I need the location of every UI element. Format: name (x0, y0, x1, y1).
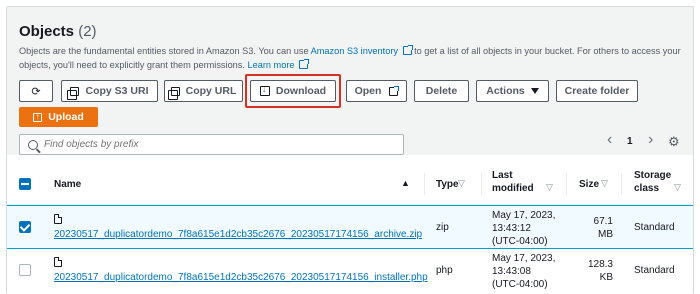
object-name-link[interactable]: 20230517_duplicatordemo_7f8a615e1d2cb35c… (54, 271, 428, 284)
copy-icon (167, 86, 180, 100)
type-cell: php (436, 265, 453, 276)
column-last-modified[interactable]: Last modified (492, 169, 534, 195)
open-label: Open (354, 85, 382, 97)
row-checkbox[interactable] (19, 264, 31, 276)
inventory-link-label: Amazon S3 inventory (310, 46, 398, 56)
object-count: (2) (78, 23, 97, 40)
size-cell: 67.1 MB (579, 215, 613, 241)
gear-icon[interactable]: ⚙ (668, 134, 680, 150)
copy-s3-uri-label: Copy S3 URI (85, 85, 149, 97)
refresh-button[interactable]: ⟳ (19, 80, 53, 102)
create-folder-button[interactable]: Create folder (556, 80, 638, 102)
modified-date: May 17, 2023, (492, 253, 556, 264)
external-link-icon (402, 45, 413, 55)
size-unit: KB (599, 272, 613, 283)
delete-button[interactable]: Delete (414, 80, 469, 102)
storage-class-cell: Standard (634, 265, 675, 276)
objects-panel: Objects (2) Objects are the fundamental … (6, 6, 694, 294)
sort-icon[interactable]: ▽ (601, 178, 608, 189)
inventory-link[interactable]: Amazon S3 inventory (310, 45, 413, 56)
search-box[interactable] (19, 134, 404, 155)
copy-url-label: Copy URL (185, 85, 237, 97)
copy-url-button[interactable]: Copy URL (164, 80, 243, 102)
objects-header: Objects (2) Objects are the fundamental … (7, 7, 693, 155)
delete-label: Delete (425, 85, 458, 97)
learn-more-link[interactable]: Learn more (247, 59, 310, 70)
column-divider[interactable] (424, 173, 425, 195)
size-unit: MB (598, 229, 613, 240)
sort-icon[interactable]: ▽ (674, 182, 681, 193)
sort-icon[interactable]: ▽ (458, 178, 465, 189)
modified-tz: (UTC-04:00) (492, 279, 548, 290)
table-row[interactable]: 20230517_duplicatordemo_7f8a615e1d2cb35c… (7, 205, 693, 249)
upload-label: Upload (48, 111, 84, 123)
search-icon (28, 139, 38, 150)
title-text: Objects (19, 23, 75, 40)
size-cell: 128.3 KB (579, 258, 613, 284)
open-button[interactable]: Open (346, 80, 407, 102)
column-size[interactable]: Size (579, 178, 599, 191)
column-type[interactable]: Type (436, 178, 459, 191)
upload-button[interactable]: ↑ Upload (19, 107, 98, 127)
search-input[interactable] (44, 139, 374, 150)
copy-icon (67, 86, 80, 100)
select-all-checkbox[interactable] (19, 178, 31, 190)
caret-down-icon (530, 88, 539, 94)
row-checkbox[interactable] (19, 221, 31, 233)
column-storage-line2: class (634, 183, 660, 194)
page-number[interactable]: 1 (627, 136, 633, 147)
file-icon (54, 214, 62, 224)
column-divider[interactable] (621, 173, 622, 195)
storage-class-cell: Standard (634, 222, 675, 233)
description-text: Objects are the fundamental entities sto… (19, 46, 311, 56)
table-header: Name ▲ Type ▽ Last modified ▽ Size ▽ Sto… (7, 163, 693, 205)
size-value: 128.3 (587, 259, 613, 270)
modified-time: 13:43:12 (492, 223, 531, 234)
modified-tz: (UTC-04:00) (492, 236, 548, 247)
column-storage-line1: Storage (634, 170, 672, 181)
column-divider[interactable] (481, 173, 482, 195)
external-link-icon (389, 85, 400, 96)
page-title: Objects (2) (19, 23, 97, 40)
modified-cell: May 17, 2023, 13:43:12 (UTC-04:00) (492, 209, 555, 248)
column-last-modified-line2: modified (492, 183, 534, 194)
actions-dropdown[interactable]: Actions (476, 80, 549, 102)
modified-time: 13:43:08 (492, 266, 531, 277)
next-page-button[interactable]: › (648, 131, 653, 149)
size-value: 67.1 (593, 216, 613, 227)
column-storage-class[interactable]: Storage class (634, 169, 671, 195)
sort-asc-icon[interactable]: ▲ (401, 178, 410, 188)
table-row[interactable]: 20230517_duplicatordemo_7f8a615e1d2cb35c… (7, 249, 693, 293)
object-name-link[interactable]: 20230517_duplicatordemo_7f8a615e1d2cb35c… (54, 228, 422, 241)
name-cell (54, 257, 62, 271)
modified-cell: May 17, 2023, 13:43:08 (UTC-04:00) (492, 252, 555, 291)
column-name[interactable]: Name (54, 178, 81, 191)
sort-icon[interactable]: ▽ (546, 182, 553, 193)
prev-page-button[interactable]: ‹ (607, 131, 612, 149)
name-cell (54, 214, 62, 228)
external-link-icon (299, 59, 310, 69)
learn-more-label: Learn more (247, 60, 295, 70)
create-folder-label: Create folder (564, 85, 630, 97)
column-divider[interactable] (566, 173, 567, 195)
modified-date: May 17, 2023, (492, 210, 556, 221)
refresh-icon: ⟳ (31, 85, 41, 98)
download-highlight-box (245, 74, 341, 108)
type-cell: zip (436, 222, 449, 233)
file-icon (54, 257, 62, 267)
upload-icon: ↑ (33, 112, 43, 122)
column-last-modified-line1: Last (492, 170, 513, 181)
actions-label: Actions (486, 85, 525, 97)
copy-s3-uri-button[interactable]: Copy S3 URI (61, 80, 158, 102)
objects-description: Objects are the fundamental entities sto… (19, 44, 683, 72)
